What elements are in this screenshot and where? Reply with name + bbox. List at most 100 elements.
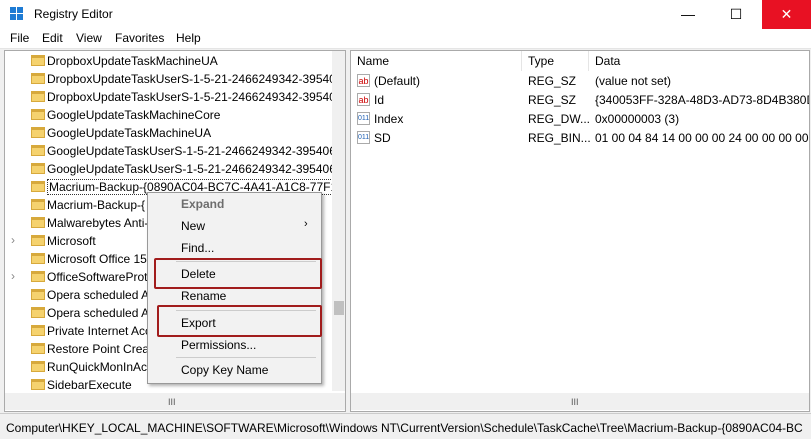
window-title: Registry Editor — [34, 7, 113, 21]
tree-item-label: GoogleUpdateTaskMachineUA — [47, 126, 212, 140]
tree-vertical-scrollbar[interactable] — [332, 51, 345, 391]
value-name: (Default) — [374, 74, 421, 88]
menu-item-expand: Expand — [181, 197, 225, 211]
tree-item-label: DropboxUpdateTaskUserS-1-5-21-2466249342… — [47, 90, 335, 104]
folder-icon — [31, 289, 45, 300]
folder-icon — [31, 127, 45, 138]
tree-scroll-thumb[interactable] — [334, 301, 344, 315]
value-name: Id — [374, 93, 385, 107]
menu-item-copy-key-name[interactable]: Copy Key Name — [181, 363, 268, 377]
value-type: REG_DW... — [528, 112, 591, 126]
tree-item-label: SidebarExecute — [47, 378, 132, 392]
menu-item-new[interactable]: New — [181, 219, 205, 233]
tree-item-label: GoogleUpdateTaskUserS-1-5-21-2466249342-… — [47, 162, 335, 176]
menu-item-find[interactable]: Find... — [181, 241, 214, 255]
tree-item-label: Private Internet Acc — [47, 324, 152, 338]
tree-item[interactable]: GoogleUpdateTaskMachineCore — [5, 106, 335, 124]
value-data: (value not set) — [595, 74, 672, 88]
column-divider[interactable] — [521, 51, 522, 71]
value-row[interactable]: 011 Index REG_DW... 0x00000003 (3) — [351, 109, 809, 128]
close-button[interactable]: ✕ — [762, 0, 811, 29]
folder-icon — [31, 109, 45, 120]
list-horizontal-scrollbar[interactable]: III — [351, 393, 809, 410]
tree-item[interactable]: DropboxUpdateTaskUserS-1-5-21-2466249342… — [5, 88, 335, 106]
tree-item-label: Malwarebytes Anti- — [47, 216, 149, 230]
value-row[interactable]: ab (Default) REG_SZ (value not set) — [351, 71, 809, 90]
column-header-type[interactable]: Type — [528, 51, 554, 71]
folder-icon — [31, 55, 45, 66]
title-bar: Registry Editor — ☐ ✕ — [0, 0, 811, 29]
key-path: Computer\HKEY_LOCAL_MACHINE\SOFTWARE\Mic… — [6, 421, 803, 435]
tree-item-label: RunQuickMonInAc — [47, 360, 148, 374]
values-list-pane[interactable]: Name Type Data ab (Default) REG_SZ (value n… — [350, 50, 810, 412]
binary-value-icon: 011 — [357, 131, 370, 144]
minimize-button[interactable]: — — [670, 0, 706, 29]
string-value-icon: ab — [357, 74, 370, 87]
list-hscroll-grip[interactable]: III — [571, 397, 583, 407]
export-highlight-box — [157, 305, 322, 337]
maximize-button[interactable]: ☐ — [718, 0, 754, 29]
tree-horizontal-scrollbar[interactable]: III — [5, 393, 345, 410]
value-name: SD — [374, 131, 391, 145]
folder-icon — [31, 217, 45, 228]
tree-item-label: GoogleUpdateTaskUserS-1-5-21-2466249342-… — [47, 144, 335, 158]
tree-item[interactable]: GoogleUpdateTaskUserS-1-5-21-2466249342-… — [5, 142, 335, 160]
tree-item-label: Opera scheduled A — [47, 288, 150, 302]
tree-item-label: GoogleUpdateTaskMachineCore — [47, 108, 221, 122]
binary-value-icon: 011 — [357, 112, 370, 125]
tree-item-label: Microsoft Office 15 — [47, 252, 147, 266]
tree-item-label: Opera scheduled A — [47, 306, 150, 320]
menu-file[interactable]: File — [10, 31, 29, 45]
menu-help[interactable]: Help — [176, 31, 201, 45]
status-bar: Computer\HKEY_LOCAL_MACHINE\SOFTWARE\Mic… — [0, 413, 811, 439]
menu-bar: File Edit View Favorites Help — [0, 29, 811, 49]
folder-icon — [31, 199, 45, 210]
tree-item-label: DropboxUpdateTaskUserS-1-5-21-2466249342… — [47, 72, 335, 86]
tree-item-label: DropboxUpdateTaskMachineUA — [47, 54, 218, 68]
tree-hscroll-grip[interactable]: III — [168, 397, 180, 407]
value-type: REG_BIN... — [528, 131, 591, 145]
string-value-icon: ab — [357, 93, 370, 106]
folder-icon — [31, 163, 45, 174]
menu-favorites[interactable]: Favorites — [115, 31, 164, 45]
tree-item-label: Macrium-Backup-{ — [47, 198, 146, 212]
tree-item-label: Restore Point Creat — [47, 342, 153, 356]
value-name: Index — [374, 112, 404, 126]
menu-separator — [176, 357, 316, 358]
tree-item-label: Microsoft — [47, 234, 96, 248]
menu-item-rename[interactable]: Rename — [181, 289, 226, 303]
value-row[interactable]: ab Id REG_SZ {340053FF-328A-48D3-AD73-8D4B3… — [351, 90, 809, 109]
value-data: 0x00000003 (3) — [595, 112, 680, 126]
column-header-name[interactable]: Name — [357, 51, 389, 71]
folder-icon — [31, 91, 45, 102]
folder-icon — [31, 379, 45, 390]
folder-icon — [31, 235, 45, 246]
value-type: REG_SZ — [528, 74, 577, 88]
tree-item[interactable]: DropboxUpdateTaskMachineUA — [5, 52, 335, 70]
folder-icon — [31, 73, 45, 84]
expand-chevron-icon[interactable]: › — [11, 233, 15, 247]
menu-view[interactable]: View — [76, 31, 102, 45]
folder-icon — [31, 253, 45, 264]
delete-highlight-box — [154, 258, 322, 289]
tree-item[interactable]: GoogleUpdateTaskUserS-1-5-21-2466249342-… — [5, 160, 335, 178]
folder-icon — [31, 271, 45, 282]
value-data: 01 00 04 84 14 00 00 00 24 00 00 00 00 0… — [595, 131, 810, 145]
tree-item[interactable]: DropboxUpdateTaskUserS-1-5-21-2466249342… — [5, 70, 335, 88]
registry-editor-icon — [10, 7, 24, 21]
folder-icon — [31, 145, 45, 156]
menu-edit[interactable]: Edit — [42, 31, 63, 45]
expand-chevron-icon[interactable]: › — [11, 269, 15, 283]
tree-item[interactable]: GoogleUpdateTaskMachineUA — [5, 124, 335, 142]
value-data: {340053FF-328A-48D3-AD73-8D4B380D2 — [595, 93, 810, 107]
folder-icon — [31, 343, 45, 354]
folder-icon — [31, 307, 45, 318]
column-header-data[interactable]: Data — [595, 51, 620, 71]
submenu-arrow-icon: › — [304, 218, 308, 230]
value-row[interactable]: 011 SD REG_BIN... 01 00 04 84 14 00 00 00 2… — [351, 128, 809, 147]
value-type: REG_SZ — [528, 93, 577, 107]
menu-item-permissions[interactable]: Permissions... — [181, 338, 256, 352]
column-divider[interactable] — [588, 51, 589, 71]
folder-icon — [31, 325, 45, 336]
folder-icon — [31, 361, 45, 372]
